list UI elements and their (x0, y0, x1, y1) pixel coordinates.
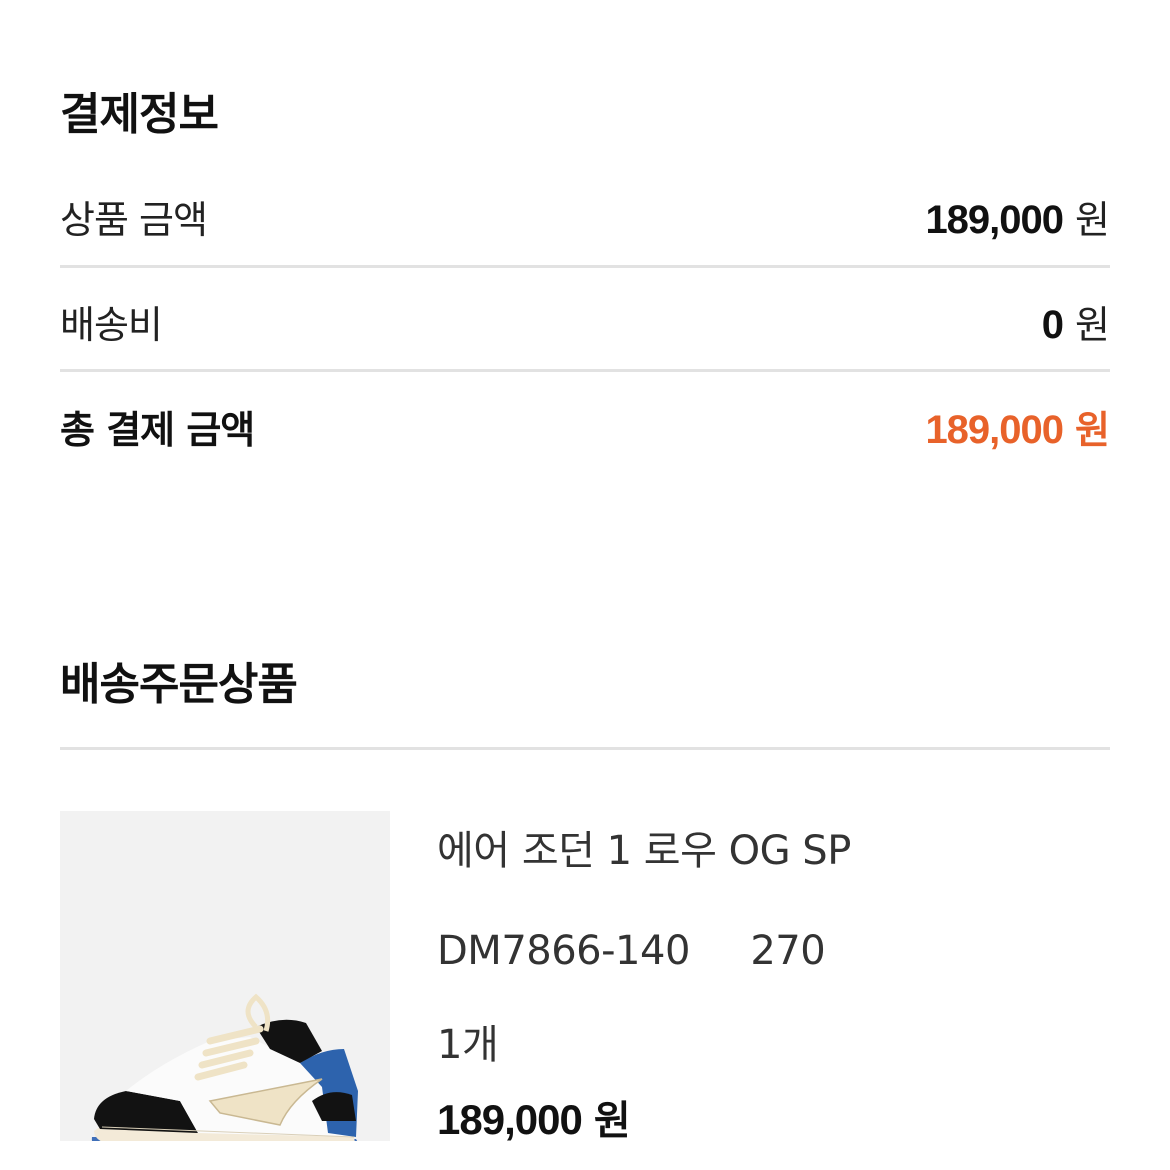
shipping-fee-value: 0 원 (1042, 294, 1110, 349)
total-amount-row: 총 결제 금액 189,000 원 (60, 396, 1110, 456)
product-price: 189,000 원 (437, 1088, 631, 1146)
product-amount-value: 189,000 원 (925, 189, 1110, 244)
product-style-code: DM7866-140 (437, 928, 690, 974)
total-amount-value: 189,000 원 (925, 399, 1110, 454)
divider (60, 369, 1110, 372)
product-amount-label: 상품 금액 (60, 197, 208, 242)
shipping-order-items-title: 배송주문상품 (60, 659, 298, 710)
order-summary-page: 결제정보 상품 금액 189,000 원 배송비 0 원 총 결제 금액 189… (0, 0, 1170, 1170)
product-size: 270 (750, 928, 826, 974)
total-amount-label: 총 결제 금액 (60, 407, 255, 452)
payment-info-title: 결제정보 (60, 89, 219, 140)
divider (60, 265, 1110, 268)
product-amount-row: 상품 금액 189,000 원 (60, 186, 1110, 246)
divider (60, 747, 1110, 750)
sneaker-image (91, 993, 363, 1161)
total-amount-unit: 원 (1075, 407, 1110, 452)
product-amount-number: 189,000 (925, 197, 1064, 242)
shipping-fee-unit: 원 (1075, 302, 1110, 347)
product-amount-unit: 원 (1075, 197, 1110, 242)
product-name[interactable]: 에어 조던 1 로우 OG SP (437, 818, 851, 876)
product-price-unit: 원 (593, 1098, 631, 1144)
product-option: DM7866-140 270 (437, 928, 826, 974)
shipping-fee-row: 배송비 0 원 (60, 291, 1110, 351)
product-price-number: 189,000 (437, 1096, 583, 1143)
product-quantity: 1개 (437, 1022, 499, 1068)
shipping-fee-label: 배송비 (60, 302, 163, 347)
total-amount-number: 189,000 (925, 407, 1064, 452)
product-thumbnail[interactable] (60, 811, 390, 1161)
shipping-fee-number: 0 (1041, 302, 1064, 347)
